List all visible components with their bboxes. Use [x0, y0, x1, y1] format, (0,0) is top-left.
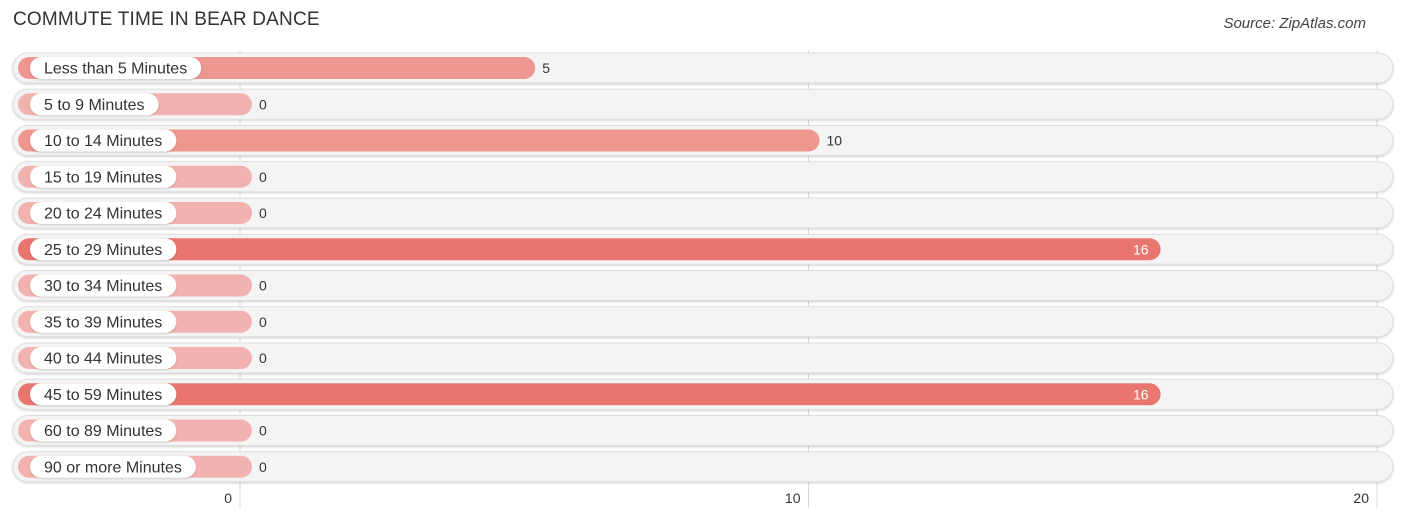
x-tick-label: 20 — [1353, 490, 1369, 506]
value-label: 0 — [259, 96, 267, 112]
x-tick-label: 0 — [224, 490, 232, 506]
bar-row: 20 to 24 Minutes 0 — [12, 197, 1394, 229]
x-tick-label: 10 — [785, 490, 801, 506]
value-label: 16 — [1133, 241, 1149, 257]
bar-row: 15 to 19 Minutes 0 — [12, 161, 1394, 193]
category-label: 15 to 19 Minutes — [44, 169, 162, 186]
bar[interactable] — [18, 383, 1161, 406]
bar-row: 10 to 14 Minutes 10 — [12, 125, 1394, 156]
bar-row: 5 to 9 Minutes 0 — [12, 88, 1394, 120]
value-label: 10 — [827, 133, 843, 149]
bar-row: 25 to 29 Minutes 16 — [12, 233, 1394, 265]
category-label: 35 to 39 Minutes — [44, 314, 162, 331]
value-label: 0 — [259, 278, 267, 294]
x-axis-ticks: 0 10 20 — [224, 490, 1369, 506]
bar-row: 45 to 59 Minutes 16 — [12, 378, 1394, 410]
value-label: 0 — [259, 205, 267, 221]
value-label: 0 — [259, 459, 267, 475]
bar-row: 35 to 39 Minutes 0 — [12, 306, 1394, 338]
category-label: 60 to 89 Minutes — [44, 423, 162, 440]
category-label: 25 to 29 Minutes — [44, 242, 162, 259]
value-label: 0 — [259, 423, 267, 439]
bar-row: Less than 5 Minutes 5 — [12, 52, 1394, 84]
category-label: 10 to 14 Minutes — [44, 133, 162, 150]
bar-row: 40 to 44 Minutes 0 — [12, 342, 1394, 374]
bar-row: 30 to 34 Minutes 0 — [12, 270, 1394, 301]
value-label: 0 — [259, 169, 267, 185]
bar[interactable] — [18, 238, 1161, 261]
category-label: Less than 5 Minutes — [44, 61, 187, 78]
bar-chart: Less than 5 Minutes 5 5 to 9 Minutes 0 10 to… — [12, 50, 1394, 508]
bar-row: 60 to 89 Minutes 0 — [12, 415, 1394, 446]
value-label: 0 — [259, 350, 267, 366]
bar-row: 90 or more Minutes 0 — [12, 451, 1394, 483]
value-label: 16 — [1133, 386, 1149, 402]
category-label: 90 or more Minutes — [44, 459, 182, 476]
category-label: 45 to 59 Minutes — [44, 387, 162, 404]
category-label: 40 to 44 Minutes — [44, 351, 162, 368]
category-label: 5 to 9 Minutes — [44, 97, 145, 114]
bar-rows: Less than 5 Minutes 5 5 to 9 Minutes 0 10 to… — [12, 52, 1394, 483]
category-label: 20 to 24 Minutes — [44, 206, 162, 223]
value-label: 0 — [259, 314, 267, 330]
category-label: 30 to 34 Minutes — [44, 278, 162, 295]
value-label: 5 — [542, 60, 550, 76]
